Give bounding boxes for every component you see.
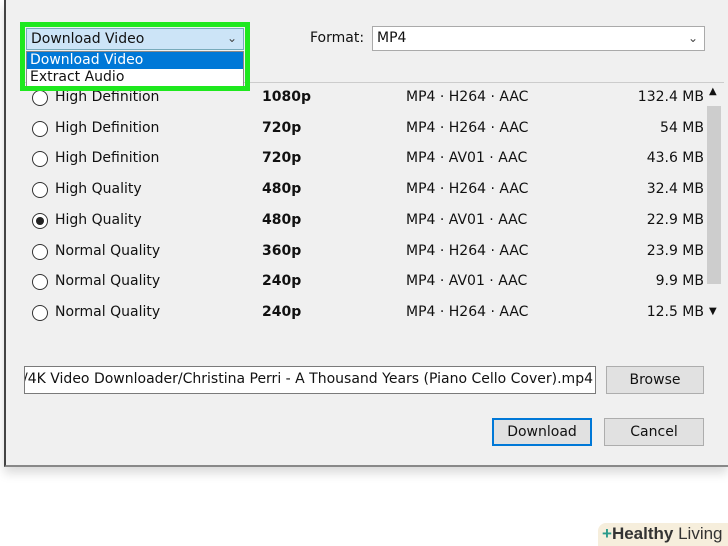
file-size: 23.9 MB <box>646 242 704 259</box>
codec: MP4 · H264 · AAC <box>406 181 529 198</box>
quality-row[interactable]: Normal Quality 360p MP4 · H264 · AAC 23.… <box>24 237 704 267</box>
resolution: 720p <box>262 150 302 167</box>
highlight-box <box>20 22 250 91</box>
cancel-button[interactable]: Cancel <box>604 418 704 446</box>
file-size: 132.4 MB <box>637 89 704 105</box>
watermark-text1: Healthy <box>611 524 674 543</box>
save-path-input[interactable]: eos/4K Video Downloader/Christina Perri … <box>24 366 596 394</box>
resolution: 1080p <box>262 89 311 105</box>
codec: MP4 · H264 · AAC <box>406 119 529 136</box>
radio-button[interactable] <box>32 243 48 260</box>
quality-label: Normal Quality <box>55 242 161 259</box>
resolution: 720p <box>262 119 302 136</box>
file-size: 43.6 MB <box>646 150 704 167</box>
quality-label: Normal Quality <box>55 303 161 320</box>
file-size: 54 MB <box>660 119 704 136</box>
codec: MP4 · H264 · AAC <box>406 242 529 259</box>
scroll-up-icon[interactable]: ▲ <box>709 86 717 97</box>
quality-row[interactable]: Normal Quality 240p MP4 · H264 · AAC 12.… <box>24 298 704 328</box>
file-size: 9.9 MB <box>655 273 704 290</box>
codec: MP4 · H264 · AAC <box>406 89 529 105</box>
resolution: 480p <box>262 181 302 198</box>
file-size: 22.9 MB <box>646 211 704 228</box>
radio-button[interactable] <box>32 212 48 229</box>
watermark-text2: Living <box>678 524 723 543</box>
quality-row[interactable]: High Quality 480p MP4 · AV01 · AAC 22.9 … <box>24 206 704 236</box>
resolution: 360p <box>262 242 302 259</box>
quality-label: High Quality <box>55 211 142 228</box>
quality-row[interactable]: High Definition 720p MP4 · H264 · AAC 54… <box>24 114 704 144</box>
radio-button[interactable] <box>32 151 48 168</box>
quality-label: High Quality <box>55 181 142 198</box>
file-size: 32.4 MB <box>646 181 704 198</box>
codec: MP4 · AV01 · AAC <box>406 273 528 290</box>
scroll-down-icon[interactable]: ▼ <box>709 306 717 317</box>
scrollbar[interactable]: ▲ ▼ <box>704 84 724 324</box>
scrollbar-thumb[interactable] <box>707 106 721 284</box>
codec: MP4 · AV01 · AAC <box>406 150 528 167</box>
radio-button[interactable] <box>32 304 48 321</box>
radio-button[interactable] <box>32 182 48 199</box>
quality-row[interactable]: Normal Quality 240p MP4 · AV01 · AAC 9.9… <box>24 267 704 297</box>
format-label: Format: <box>310 30 365 46</box>
quality-label: High Definition <box>55 150 160 167</box>
file-size: 12.5 MB <box>646 303 704 320</box>
radio-button[interactable] <box>32 120 48 137</box>
resolution: 240p <box>262 273 302 290</box>
radio-button[interactable] <box>32 90 48 106</box>
radio-button[interactable] <box>32 274 48 291</box>
watermark-logo: +Healthy Living <box>598 523 728 546</box>
quality-label: Normal Quality <box>55 273 161 290</box>
format-select[interactable]: MP4 ⌄ <box>372 26 705 51</box>
chevron-down-icon: ⌄ <box>687 31 698 45</box>
plus-leaf-icon: + <box>602 524 612 543</box>
resolution: 240p <box>262 303 302 320</box>
browse-button[interactable]: Browse <box>606 366 704 394</box>
quality-row[interactable]: High Definition 720p MP4 · AV01 · AAC 43… <box>24 144 704 174</box>
download-button[interactable]: Download <box>492 418 592 446</box>
resolution: 480p <box>262 211 302 228</box>
quality-list: High Definition 1080p MP4 · H264 · AAC 1… <box>24 82 724 326</box>
codec: MP4 · AV01 · AAC <box>406 211 528 228</box>
format-value: MP4 <box>377 30 407 46</box>
codec: MP4 · H264 · AAC <box>406 303 529 320</box>
quality-label: High Definition <box>55 119 160 136</box>
quality-row[interactable]: High Quality 480p MP4 · H264 · AAC 32.4 … <box>24 175 704 205</box>
quality-label: High Definition <box>55 89 160 105</box>
save-path-value: eos/4K Video Downloader/Christina Perri … <box>24 371 593 387</box>
